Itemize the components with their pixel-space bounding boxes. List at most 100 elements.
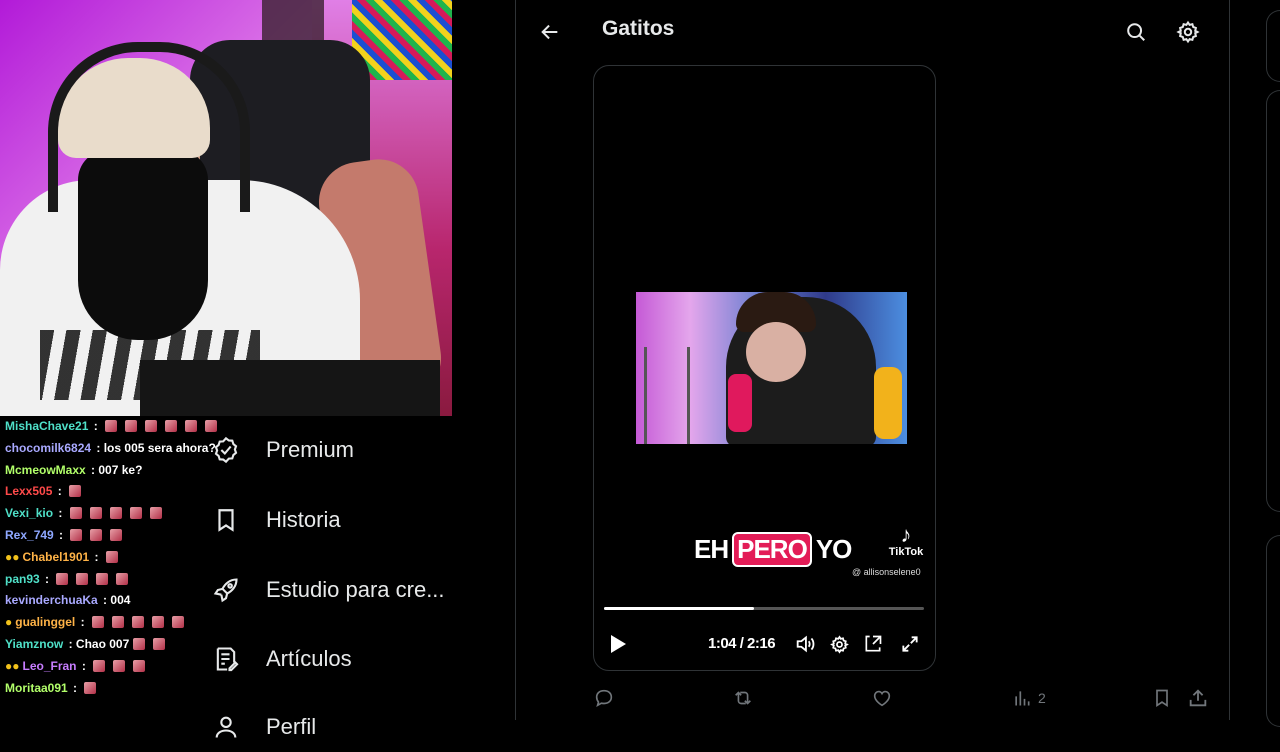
chat-username[interactable]: Lexx505: [5, 484, 52, 498]
like-button[interactable]: [871, 680, 893, 716]
chat-message: chocomilk6824 : los 005 sera ahora?: [5, 440, 216, 455]
right-column-search-edge: [1266, 10, 1280, 82]
streamer-pants: [140, 360, 440, 416]
video-person-face: [746, 322, 806, 382]
play-icon: [611, 635, 626, 653]
back-button[interactable]: [534, 16, 566, 48]
tiktok-handle: @ allisonselene0: [852, 567, 921, 577]
chat-message: Rex_749 :: [0, 525, 260, 547]
column-divider-right: [1229, 0, 1230, 720]
chat-message: Lexx505 :: [0, 481, 260, 503]
views-button[interactable]: 2: [1012, 680, 1046, 716]
video-controls: 1:04 / 2:16: [594, 626, 935, 662]
chat-message-text: 007 ke?: [98, 462, 143, 477]
arrow-left-icon: [541, 24, 558, 40]
settings-button[interactable]: [1172, 16, 1204, 48]
search-button[interactable]: [1120, 16, 1152, 48]
nav-label-estudio: Estudio para cre...: [266, 577, 445, 602]
chat-message: McmeowMaxx : 007 ke?: [5, 462, 143, 477]
page-title: Gatitos: [602, 17, 675, 40]
column-divider-left: [515, 0, 516, 720]
picture-in-picture-button[interactable]: [859, 626, 887, 662]
video-progress-fill: [604, 607, 755, 610]
chat-message: Vexi_kio :: [0, 503, 260, 525]
chat-message-text: 004: [110, 593, 131, 608]
chat-username[interactable]: Chabel1901: [23, 550, 90, 564]
chat-emote-icon: [90, 528, 103, 541]
right-column-panel-edge-2: [1266, 535, 1280, 727]
chat-message: ●● Chabel1901 :: [0, 547, 260, 569]
chat-badge-icon: ●●: [5, 658, 20, 673]
nav-label-premium: Premium: [266, 437, 355, 462]
chat-username[interactable]: Vexi_kio: [5, 506, 53, 520]
chat-emote-icon: [105, 420, 118, 432]
bookmark-button[interactable]: [1152, 680, 1172, 716]
chat-emote-icon: [171, 616, 184, 629]
chat-badge-icon: ●: [5, 615, 13, 630]
chat-username[interactable]: gualinggel: [15, 615, 75, 629]
chat-emote-icon: [153, 637, 166, 650]
fullscreen-button[interactable]: [896, 626, 924, 662]
dock-icon: [865, 635, 882, 652]
reply-button[interactable]: [593, 680, 615, 716]
chat-emote-icon: [110, 528, 123, 541]
chat-emote-icon: [69, 507, 82, 520]
chat-username[interactable]: kevinderchuaKa: [5, 593, 98, 607]
chat-emote-icon: [205, 420, 218, 432]
chat-emote-icon: [96, 572, 109, 585]
chat-emote-icon: [109, 507, 122, 520]
post-actions: 2: [516, 680, 1229, 716]
chat-message: kevinderchuaKa : 004: [5, 593, 131, 608]
chat-emote-icon: [151, 616, 164, 629]
community-header: Gatitos: [516, 0, 1229, 62]
views-count: 2: [1038, 690, 1046, 706]
reply-icon: [595, 689, 613, 708]
tripod: [644, 347, 690, 444]
chat-badge-icon: ●●: [5, 549, 20, 564]
right-column-panel-edge: [1266, 90, 1280, 512]
chat-emote-icon: [91, 616, 104, 629]
chat-emote-icon: [129, 507, 142, 520]
nav-label-historia: Historia: [266, 507, 341, 532]
chat-emote-icon: [131, 616, 144, 629]
caption-word-3: YO: [815, 534, 853, 564]
chat-message: Moritaa091 :: [0, 678, 260, 700]
chat-message: Yiamznow : Chao 007: [0, 634, 260, 656]
chat-message-text: los 005 sera ahora?: [103, 440, 216, 455]
share-button[interactable]: [1187, 680, 1209, 716]
chat-emote-icon: [76, 572, 89, 585]
figurine: [874, 367, 902, 439]
tiktok-icon: ♪: [900, 522, 912, 547]
chat-emote-icon: [93, 659, 106, 672]
chat-message: ● gualinggel :: [0, 612, 260, 634]
chat-emote-icon: [84, 681, 97, 694]
chat-username[interactable]: pan93: [5, 572, 40, 586]
share-icon: [1189, 689, 1207, 707]
video-progress-bar[interactable]: [604, 607, 924, 610]
tiktok-label: TikTok: [888, 546, 924, 558]
chat-emote-icon: [125, 420, 138, 432]
video-player[interactable]: EH PERO YO ♪ TikTok @ allisonselene0 1:0…: [593, 65, 936, 671]
nav-label-perfil: Perfil: [266, 714, 317, 739]
play-button[interactable]: [604, 626, 632, 662]
chat-emote-icon: [111, 616, 124, 629]
chat-username[interactable]: Leo_Fran: [23, 659, 77, 673]
chat-username[interactable]: Yiamznow: [5, 637, 63, 651]
microphone: [728, 374, 752, 432]
caption-highlight: PERO: [732, 532, 812, 567]
chat-username[interactable]: Moritaa091: [5, 681, 68, 695]
chat-emote-icon: [165, 420, 178, 432]
volume-button[interactable]: [791, 626, 819, 662]
video-settings-button[interactable]: [825, 626, 853, 662]
gear-icon: [829, 634, 849, 654]
chat-emote-icon: [133, 659, 146, 672]
chat-emote-icon: [70, 528, 83, 541]
chat-emote-icon: [133, 637, 146, 650]
chat-username[interactable]: chocomilk6824: [5, 441, 91, 455]
chat-username[interactable]: McmeowMaxx: [5, 463, 86, 477]
repost-icon: [735, 691, 751, 705]
repost-button[interactable]: [732, 680, 754, 716]
chat-emote-icon: [149, 507, 162, 520]
chat-username[interactable]: Rex_749: [5, 528, 54, 542]
chat-username[interactable]: MishaChave21: [5, 419, 88, 433]
